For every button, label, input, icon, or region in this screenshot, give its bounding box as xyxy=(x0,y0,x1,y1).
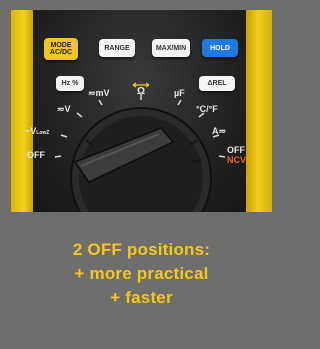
dial-label-v-ac: ≂V xyxy=(57,104,71,114)
dial-label-ohm: Ω xyxy=(137,86,146,97)
dial-label-ncv: NCV xyxy=(227,155,247,165)
rotary-dial[interactable] xyxy=(11,10,272,212)
dial-label-uf: µF xyxy=(174,88,185,98)
dial-label-v-low: ~V xyxy=(25,126,37,136)
caption-line-1: 2 OFF positions: xyxy=(72,240,211,259)
caption-line-2: + more practical xyxy=(74,264,209,283)
dial-label-off-right: OFF xyxy=(227,145,245,155)
caption-line-3: + faster xyxy=(110,288,173,307)
dial-label-v-lowz: ~VLowZ xyxy=(25,126,49,136)
infographic: MODE AC/DC RANGE MAX/MIN HOLD Hz % ΔREL xyxy=(0,0,283,349)
dial-label-mv: ≂mV xyxy=(88,88,110,98)
dial-label-lowz-sub: LowZ xyxy=(36,130,50,136)
dial-label-amp: A≂ xyxy=(212,126,227,136)
dial-label-temp: °C/°F xyxy=(196,104,218,114)
dial-label-off-left: OFF xyxy=(27,150,45,160)
selector-knob[interactable] xyxy=(70,107,212,212)
